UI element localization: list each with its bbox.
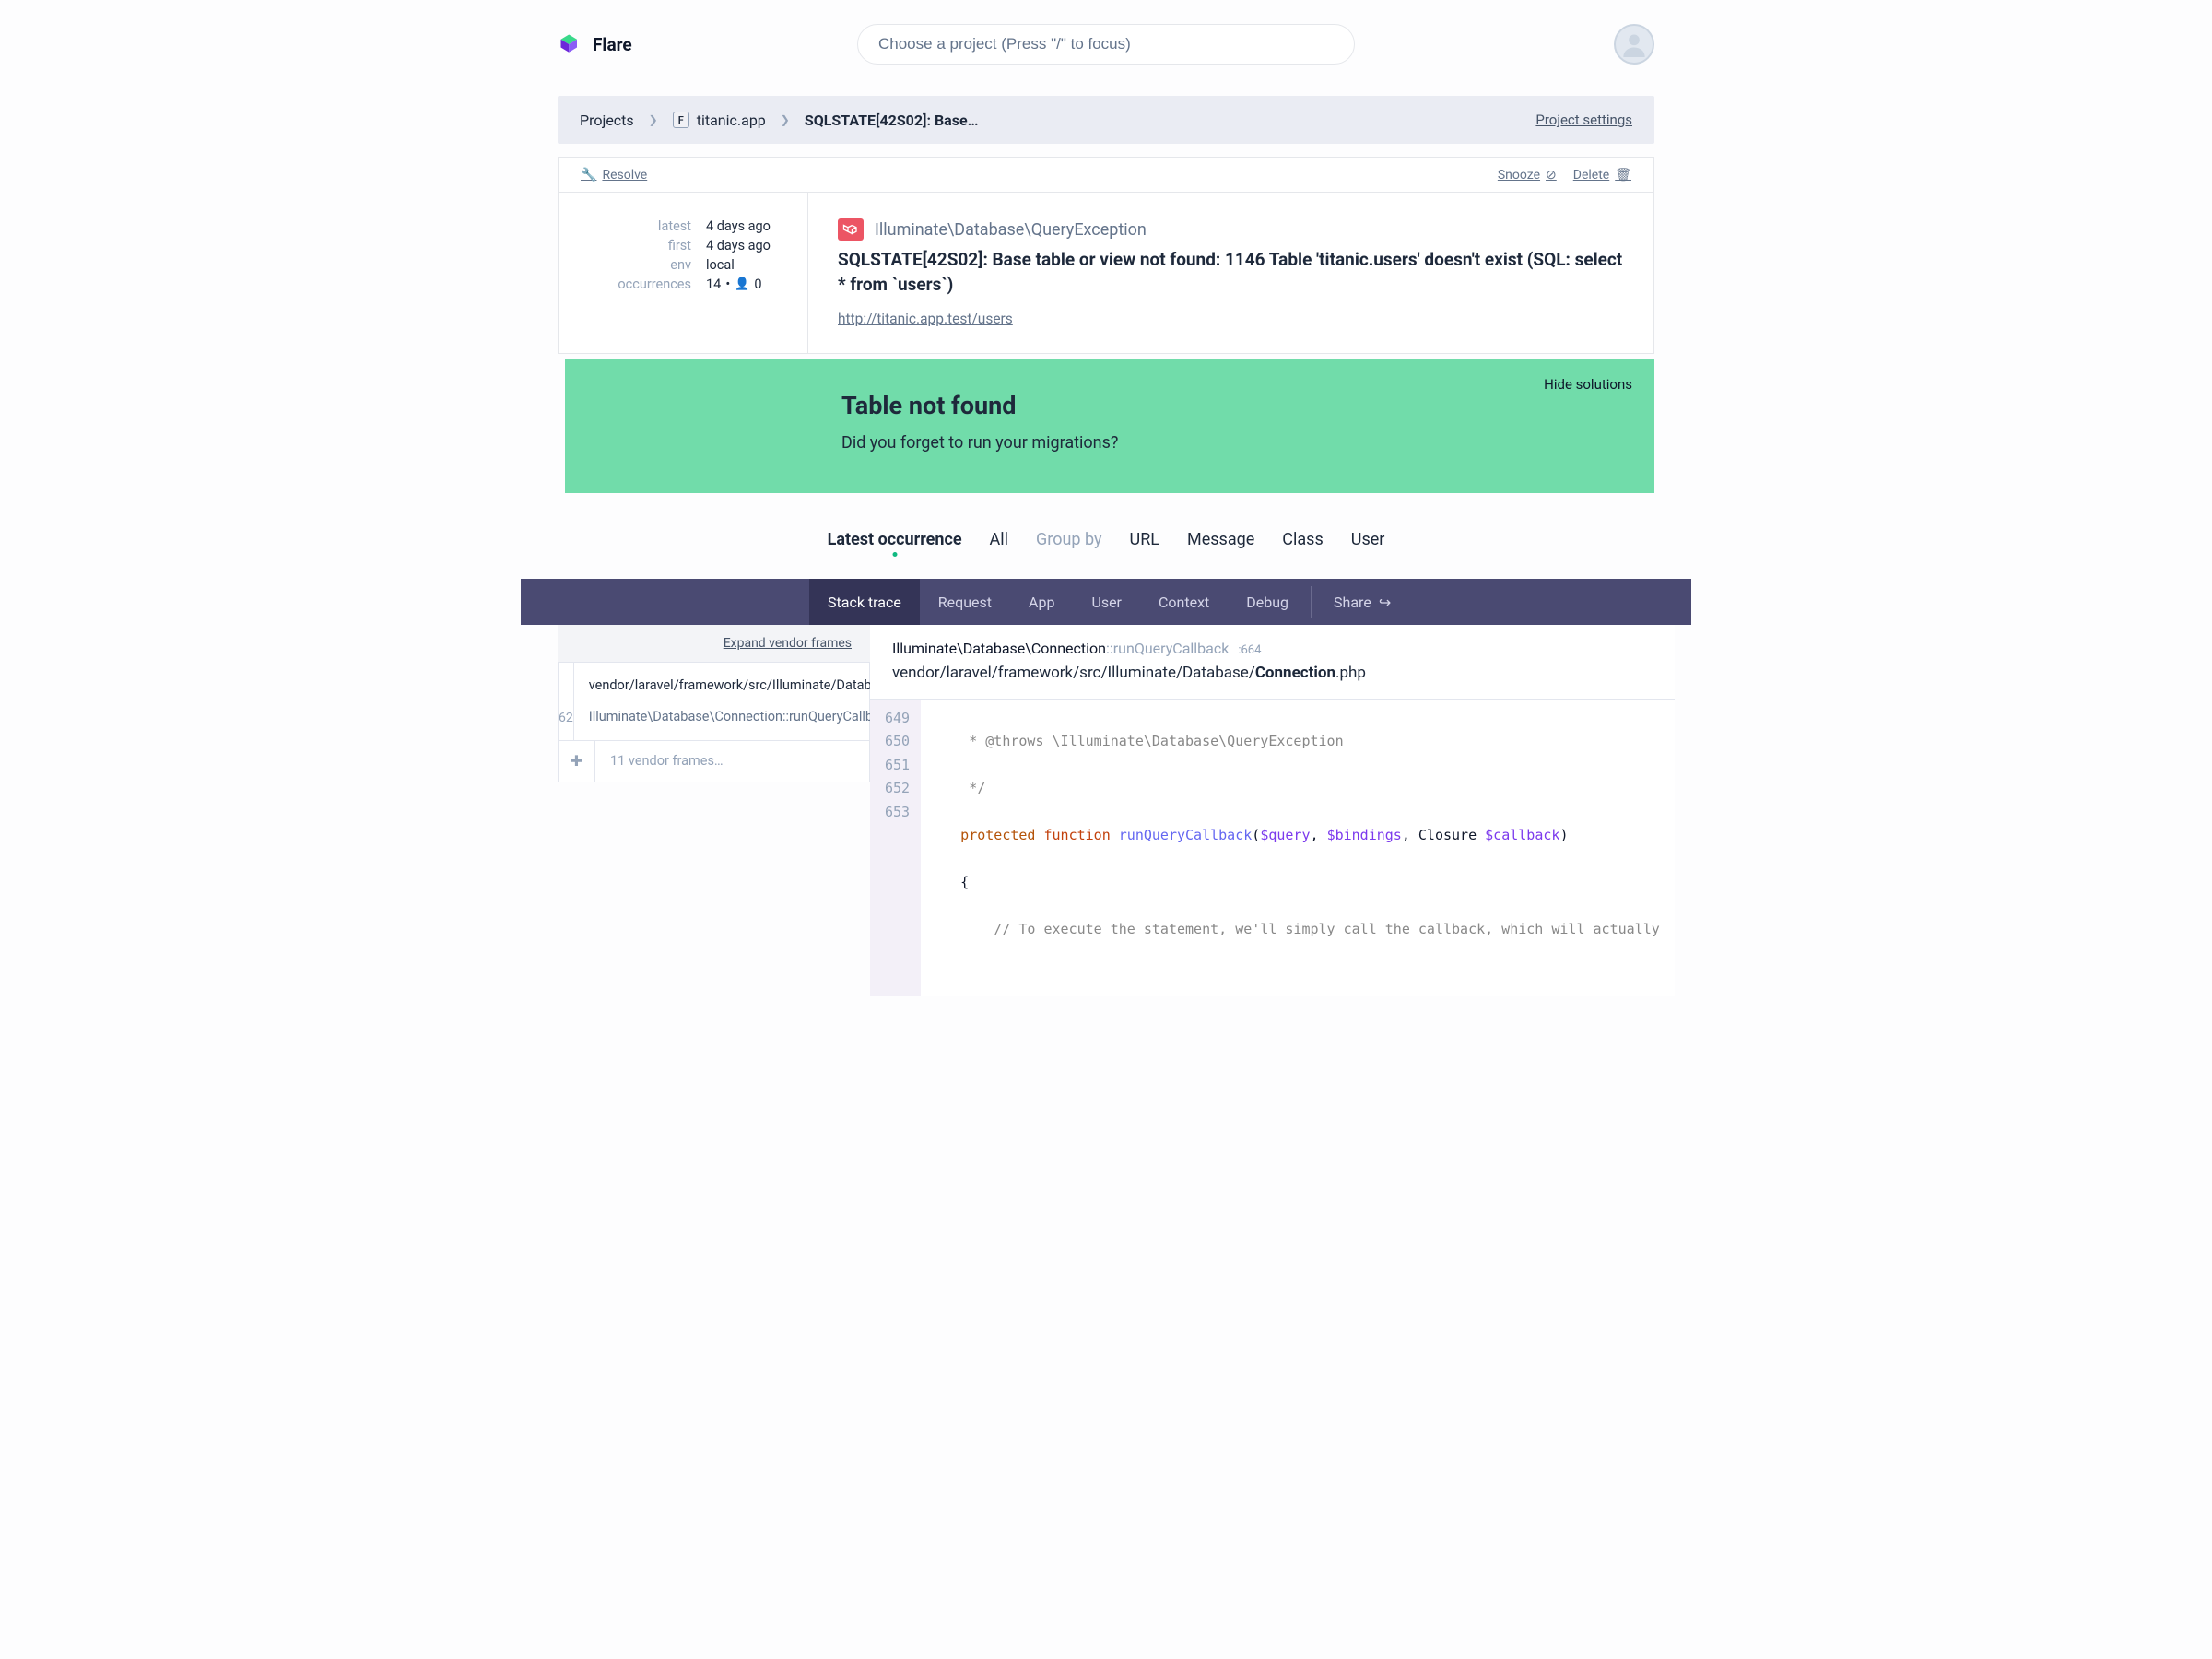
chevron-right-icon: ❯ (649, 113, 658, 126)
laravel-badge-icon (838, 218, 864, 241)
code-path-ext: .php (1335, 664, 1366, 682)
wrench-icon: 🔧 (581, 168, 596, 182)
tracenav-stack-trace[interactable]: Stack trace (809, 579, 920, 625)
meta-first-label: first (599, 238, 691, 253)
tab-message[interactable]: Message (1187, 530, 1254, 557)
exception-class: Illuminate\Database\QueryException (875, 220, 1147, 240)
snooze-button[interactable]: Snooze ⊘ (1498, 168, 1557, 182)
code-path-pre: vendor/laravel/framework/src/Illuminate/… (892, 664, 1255, 682)
tracenav-debug[interactable]: Debug (1228, 579, 1307, 625)
frame-class: Illuminate\Database\Connection (589, 709, 782, 724)
breadcrumb: Projects ❯ F titanic.app ❯ SQLSTATE[42S0… (580, 112, 978, 129)
vendor-frames-collapsed[interactable]: ✚ 11 vendor frames… (559, 740, 869, 782)
meta-latest-label: latest (599, 218, 691, 234)
tracenav-context[interactable]: Context (1140, 579, 1228, 625)
stack-trace-panel: Expand vendor frames 62 vendor/laravel/f… (521, 625, 1691, 996)
expand-vendor-frames-button[interactable]: Expand vendor frames (558, 625, 870, 662)
meta-latest-value: 4 days ago (706, 218, 782, 234)
code-line: :664 (1238, 643, 1261, 657)
meta-first-value: 4 days ago (706, 238, 782, 253)
resolve-button[interactable]: 🔧 Resolve (581, 168, 647, 182)
tab-latest-occurrence[interactable]: Latest occurrence (828, 530, 962, 557)
project-search-input[interactable] (857, 24, 1355, 65)
share-icon: ↪ (1379, 594, 1391, 611)
code-path-file: Connection (1255, 664, 1335, 682)
code-method: ::runQueryCallback (1106, 640, 1229, 657)
frame-path-pre: vendor/laravel/framework/src/Illuminate/… (589, 677, 899, 693)
breadcrumb-project[interactable]: F titanic.app (673, 112, 766, 129)
code-body: 649 650 651 652 653 * @throws \Illuminat… (870, 700, 1675, 996)
brand-logo[interactable]: Flare (558, 31, 632, 57)
hide-solutions-button[interactable]: Hide solutions (1544, 376, 1632, 393)
tab-url[interactable]: URL (1130, 530, 1159, 557)
brand-name: Flare (593, 34, 632, 55)
frame-index: 62 (559, 663, 574, 740)
nav-separator (1311, 586, 1312, 618)
code-class: Illuminate\Database\Connection (892, 640, 1106, 657)
user-avatar[interactable] (1614, 24, 1654, 65)
breadcrumb-projects[interactable]: Projects (580, 112, 634, 129)
tracenav-user[interactable]: User (1073, 579, 1140, 625)
meta-occ-count: 14 (706, 276, 721, 292)
meta-env-label: env (599, 257, 691, 273)
solution-panel: Hide solutions Table not found Did you f… (565, 359, 1654, 493)
snooze-icon: ⊘ (1546, 168, 1557, 182)
trace-nav: Stack trace Request App User Context Deb… (521, 579, 1691, 625)
breadcrumb-bar: Projects ❯ F titanic.app ❯ SQLSTATE[42S0… (558, 96, 1654, 144)
tab-all[interactable]: All (990, 530, 1009, 557)
meta-env-value: local (706, 257, 782, 273)
project-settings-link[interactable]: Project settings (1535, 112, 1632, 128)
solution-title: Table not found (841, 391, 1623, 420)
stack-frame[interactable]: 62 vendor/laravel/framework/src/Illumina… (558, 662, 870, 782)
project-initial-badge: F (673, 112, 689, 128)
tab-groupby-label: Group by (1036, 530, 1101, 557)
tab-class[interactable]: Class (1282, 530, 1323, 557)
tracenav-request[interactable]: Request (920, 579, 1010, 625)
flare-logo-icon (558, 31, 583, 57)
delete-button[interactable]: Delete 🗑 (1573, 168, 1631, 182)
solution-text: Did you forget to run your migrations? (841, 433, 1623, 453)
error-meta-panel: latest 4 days ago first 4 days ago envloca… (559, 193, 808, 353)
tracenav-share[interactable]: Share ↪ (1315, 579, 1409, 625)
meta-occ-label: occurrences (599, 276, 691, 292)
expand-icon: ✚ (559, 741, 595, 782)
error-message: SQLSTATE[42S02]: Base table or view not … (838, 248, 1624, 297)
chevron-right-icon: ❯ (781, 113, 790, 126)
code-lines: * @throws \Illuminate\Database\QueryExce… (921, 700, 1675, 996)
breadcrumb-current: SQLSTATE[42S02]: Base… (805, 112, 979, 129)
occurrence-tabs: Latest occurrence All Group by URL Messa… (558, 530, 1654, 557)
code-gutter: 649 650 651 652 653 (870, 700, 921, 996)
meta-occ-users: 0 (754, 276, 761, 292)
trash-icon: 🗑 (1615, 168, 1631, 182)
user-icon: 👤 (735, 277, 749, 291)
error-url-link[interactable]: http://titanic.app.test/users (838, 311, 1013, 327)
tracenav-app[interactable]: App (1010, 579, 1073, 625)
vendor-frames-count: 11 vendor frames… (595, 742, 738, 780)
project-name: titanic.app (697, 112, 766, 129)
code-header: Illuminate\Database\Connection::runQuery… (870, 625, 1675, 700)
tab-user[interactable]: User (1351, 530, 1385, 557)
error-card: 🔧 Resolve Snooze ⊘ Delete 🗑 latest 4 days… (558, 157, 1654, 354)
